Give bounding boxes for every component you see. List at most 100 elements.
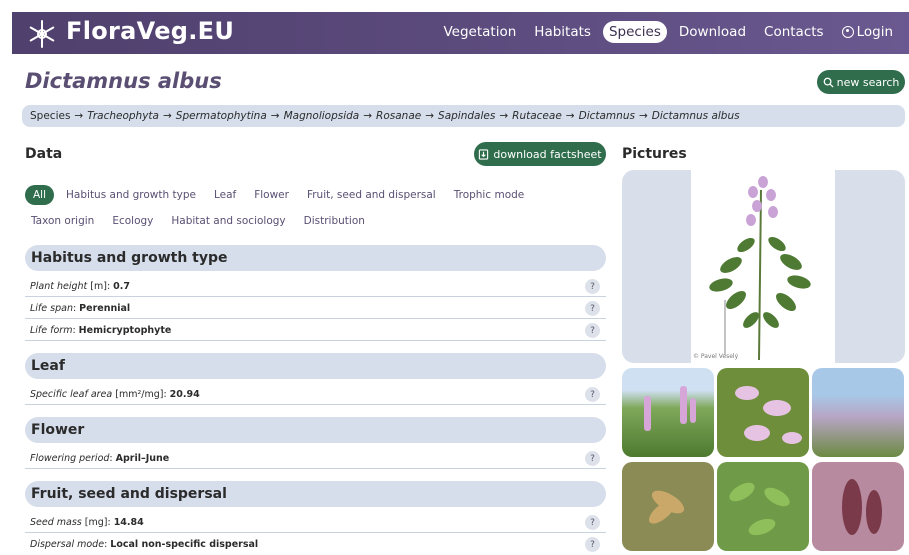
trait-name: Dispersal mode	[30, 539, 105, 550]
thumbnail-image[interactable]	[812, 462, 904, 551]
thumbnail-image[interactable]	[622, 462, 714, 551]
trait-name: Plant height	[30, 280, 88, 292]
filter-fruit[interactable]: Fruit, seed and dispersal	[301, 186, 442, 204]
breadcrumb-separator: →	[499, 110, 509, 122]
breadcrumb-item[interactable]: Dictamnus	[579, 110, 635, 122]
trait-value: 0.7	[113, 280, 130, 292]
section-habitus: Habitus and growth type	[25, 245, 606, 271]
filter-ecology[interactable]: Ecology	[106, 212, 159, 230]
new-search-label: new search	[836, 75, 900, 89]
breadcrumb-item[interactable]: Sapindales	[438, 110, 495, 122]
section-leaf: Leaf	[25, 353, 606, 379]
filter-trophic[interactable]: Trophic mode	[448, 186, 531, 204]
thumbnail-image[interactable]	[812, 368, 904, 457]
thumbnail-image[interactable]	[717, 462, 809, 551]
trait-name: Life form	[30, 324, 73, 336]
nav-habitats[interactable]: Habitats	[528, 21, 597, 43]
trait-row: Plant height [m]:0.7 ?	[25, 276, 606, 297]
site-logo-text[interactable]: FloraVeg.EU	[66, 17, 234, 45]
breadcrumb-separator: →	[638, 110, 648, 122]
trait-unit: [mm²/mg]	[115, 388, 164, 400]
breadcrumb-item[interactable]: Spermatophytina	[176, 110, 267, 122]
breadcrumb: Species → Tracheophyta → Spermatophytina → …	[22, 105, 905, 127]
fruit-capsule-photo	[842, 479, 882, 535]
filter-distribution[interactable]: Distribution	[298, 212, 371, 230]
image-credit: © Pavel Veselý	[693, 353, 739, 360]
thumbnail-image[interactable]	[622, 368, 714, 457]
breadcrumb-item: Dictamnus albus	[651, 110, 740, 122]
breadcrumb-item[interactable]: Rutaceae	[512, 110, 562, 122]
page-title: Dictamnus albus	[25, 69, 222, 93]
help-icon[interactable]: ?	[585, 515, 600, 530]
breadcrumb-item[interactable]: Tracheophyta	[87, 110, 159, 122]
search-icon	[823, 77, 834, 88]
trait-value: Local non-specific dispersal	[110, 539, 259, 550]
section-fruit: Fruit, seed and dispersal	[25, 481, 606, 507]
section-flower: Flower	[25, 417, 606, 443]
filter-habitat[interactable]: Habitat and sociology	[165, 212, 291, 230]
trait-row: Life span: Perennial ?	[25, 298, 606, 319]
filter-row: All Habitus and growth type Leaf Flower …	[25, 182, 605, 208]
seed-pod-photo	[648, 490, 685, 524]
data-heading: Data	[25, 146, 63, 162]
help-icon[interactable]: ?	[585, 323, 600, 338]
breadcrumb-separator: →	[565, 110, 575, 122]
plant-illustration	[709, 176, 811, 361]
trait-value: April–June	[115, 452, 170, 464]
trait-row: Seed mass [mg]:14.84 ?	[25, 512, 606, 533]
herbarium-illustration: © Pavel Veselý	[691, 170, 835, 363]
breadcrumb-separator: →	[270, 110, 280, 122]
nav-login[interactable]: Login	[836, 21, 899, 43]
pictures-heading: Pictures	[622, 146, 687, 162]
flower-closeup-photo	[735, 386, 802, 444]
help-icon[interactable]: ?	[585, 451, 600, 466]
filter-habitus[interactable]: Habitus and growth type	[60, 186, 202, 204]
document-icon	[479, 148, 489, 160]
breadcrumb-item[interactable]: Species	[30, 110, 70, 122]
trait-row: Specific leaf area [mm²/mg]:20.94 ?	[25, 384, 606, 405]
meadow-flowers-photo	[644, 386, 696, 431]
main-species-picture[interactable]: © Pavel Veselý	[622, 170, 905, 363]
user-icon	[841, 26, 854, 38]
trait-value: Hemicryptophyte	[78, 324, 172, 336]
nav-download[interactable]: Download	[673, 21, 752, 43]
asterisk-snowflake-icon[interactable]	[26, 18, 58, 50]
trait-value: Perennial	[79, 302, 131, 314]
trait-row: Dispersal mode: Local non-specific disper…	[25, 534, 606, 555]
trait-name: Life span	[30, 302, 73, 314]
trait-unit: [m]	[90, 280, 107, 292]
breadcrumb-separator: →	[425, 110, 435, 122]
download-factsheet-button[interactable]: download factsheet	[474, 142, 606, 166]
trait-row: Flowering period: April–June ?	[25, 448, 606, 469]
help-icon[interactable]: ?	[585, 301, 600, 316]
help-icon[interactable]: ?	[585, 279, 600, 294]
trait-filters: All Habitus and growth type Leaf Flower …	[25, 182, 605, 234]
download-factsheet-label: download factsheet	[493, 147, 602, 161]
filter-row: Taxon origin Ecology Habitat and sociolo…	[25, 208, 605, 234]
breadcrumb-item[interactable]: Rosanae	[376, 110, 421, 122]
trait-value: 14.84	[113, 516, 144, 528]
trait-row: Life form: Hemicryptophyte ?	[25, 320, 606, 341]
trait-name: Seed mass	[30, 516, 82, 528]
nav-species[interactable]: Species	[602, 21, 667, 43]
help-icon[interactable]: ?	[585, 537, 600, 552]
new-search-button[interactable]: new search	[817, 70, 905, 94]
breadcrumb-separator: →	[162, 110, 172, 122]
filter-leaf[interactable]: Leaf	[208, 186, 242, 204]
trait-name: Flowering period	[30, 452, 110, 464]
trait-name: Specific leaf area	[30, 388, 113, 400]
nav-contacts[interactable]: Contacts	[758, 21, 830, 43]
main-nav: Vegetation Habitats Species Download Con…	[438, 21, 900, 43]
thumbnail-image[interactable]	[717, 368, 809, 457]
top-navbar: FloraVeg.EU Vegetation Habitats Species …	[12, 12, 909, 54]
filter-all[interactable]: All	[25, 185, 55, 205]
help-icon[interactable]: ?	[585, 387, 600, 402]
nav-login-label: Login	[856, 24, 893, 40]
filter-flower[interactable]: Flower	[248, 186, 295, 204]
nav-vegetation[interactable]: Vegetation	[438, 21, 523, 43]
trait-unit: [mg]	[84, 516, 108, 528]
breadcrumb-separator: →	[74, 110, 84, 122]
breadcrumb-separator: →	[363, 110, 373, 122]
breadcrumb-item[interactable]: Magnoliopsida	[284, 110, 360, 122]
filter-taxon-origin[interactable]: Taxon origin	[25, 212, 100, 230]
